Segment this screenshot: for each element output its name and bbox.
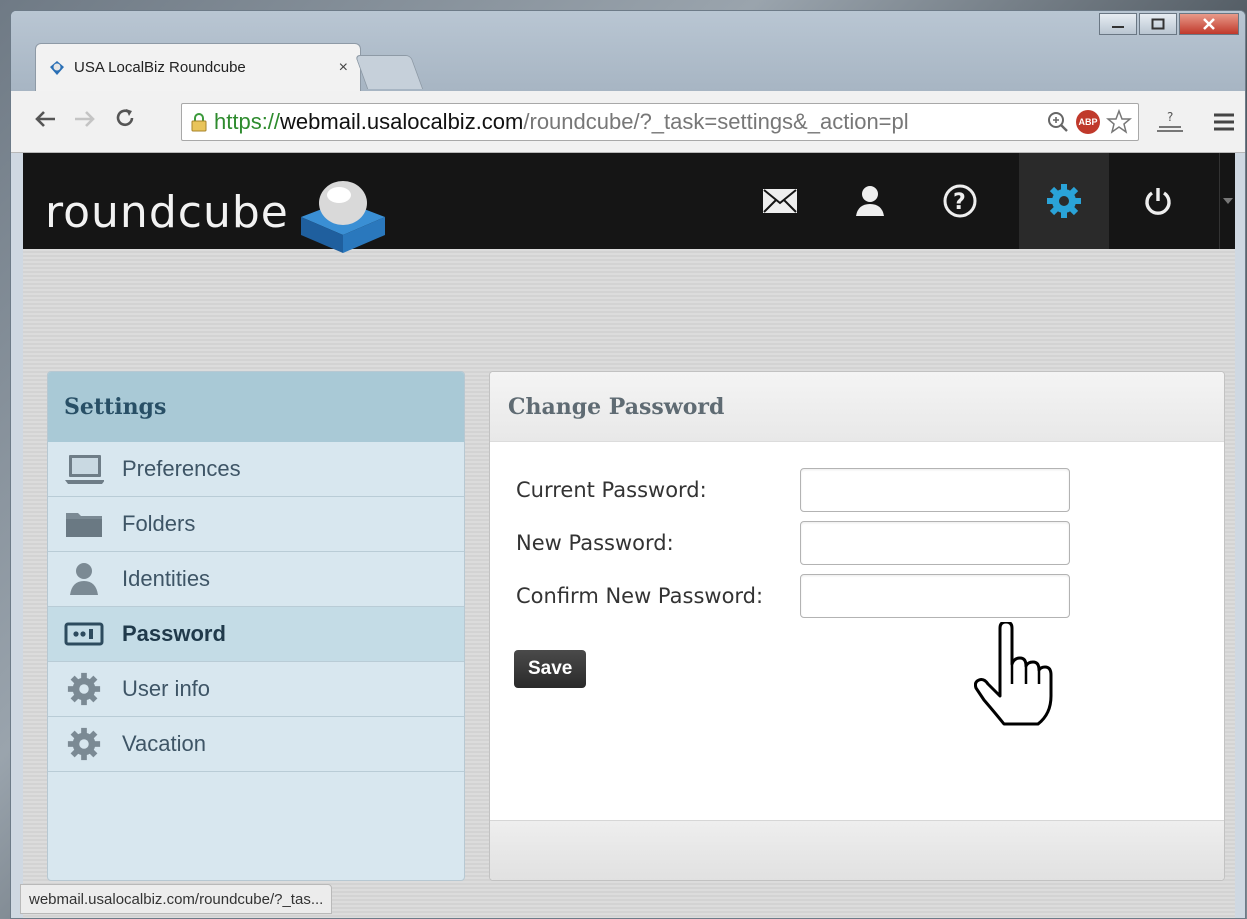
sidebar-item-identities[interactable]: Identities bbox=[48, 552, 464, 607]
zoom-icon[interactable] bbox=[1046, 110, 1070, 134]
nav-help[interactable]: ? bbox=[915, 153, 1005, 249]
back-arrow-icon bbox=[35, 110, 55, 127]
password-icon bbox=[64, 616, 104, 652]
new-password-field[interactable] bbox=[800, 521, 1070, 565]
address-bar[interactable]: https://webmail.usalocalbiz.com/roundcub… bbox=[181, 103, 1139, 141]
reload-button[interactable] bbox=[105, 106, 145, 137]
bookmark-star-icon[interactable] bbox=[1106, 109, 1132, 135]
save-button[interactable]: Save bbox=[514, 650, 587, 688]
close-icon bbox=[1203, 18, 1215, 30]
close-button[interactable] bbox=[1179, 13, 1239, 35]
gear-icon bbox=[1047, 184, 1081, 218]
new-tab-button[interactable] bbox=[354, 55, 424, 89]
form-row-new-password: New Password: bbox=[516, 521, 1070, 565]
sidebar-item-preferences[interactable]: Preferences bbox=[48, 442, 464, 497]
svg-text:?: ? bbox=[1167, 110, 1173, 124]
settings-sidebar: Settings Preferences Folders Identities bbox=[47, 371, 465, 881]
sidebar-item-vacation[interactable]: Vacation bbox=[48, 717, 464, 772]
sidebar-item-label: Password bbox=[122, 621, 226, 646]
roundcube-app: roundcube ? Settings Preferences Folders… bbox=[23, 153, 1235, 918]
tab-strip: USA LocalBiz Roundcube × bbox=[11, 11, 1245, 91]
roundcube-favicon-icon bbox=[50, 60, 64, 75]
browser-window: USA LocalBiz Roundcube × https:// webmai… bbox=[10, 10, 1246, 919]
toolbar-right: ? bbox=[1153, 107, 1237, 137]
top-navigation: roundcube ? bbox=[23, 153, 1235, 253]
chevron-down-icon bbox=[1222, 198, 1233, 204]
maximize-button[interactable] bbox=[1139, 13, 1177, 35]
nav-logout[interactable] bbox=[1113, 153, 1203, 249]
envelope-icon bbox=[763, 189, 797, 213]
sidebar-item-label: Vacation bbox=[122, 731, 206, 756]
sidebar-item-password[interactable]: Password bbox=[48, 607, 464, 662]
menu-icon[interactable] bbox=[1211, 110, 1237, 134]
tab-roundcube[interactable]: USA LocalBiz Roundcube × bbox=[35, 43, 361, 91]
change-password-panel: Change Password Current Password: New Pa… bbox=[489, 371, 1225, 881]
nav-settings[interactable] bbox=[1019, 153, 1109, 249]
minimize-button[interactable] bbox=[1099, 13, 1137, 35]
url-scheme: https:// bbox=[214, 109, 281, 134]
sidebar-item-user-info[interactable]: User info bbox=[48, 662, 464, 717]
panel-title: Change Password bbox=[490, 372, 1224, 442]
confirm-password-label: Confirm New Password: bbox=[516, 584, 764, 608]
logo-text: roundcube bbox=[45, 186, 289, 238]
lock-icon bbox=[191, 113, 207, 132]
tab-close-icon[interactable]: × bbox=[339, 59, 348, 77]
hand-cursor-icon bbox=[974, 622, 1053, 726]
panel-footer bbox=[490, 820, 1224, 880]
folder-icon bbox=[64, 506, 104, 542]
url-bar-icons: ABP bbox=[1042, 109, 1132, 135]
nav-mail[interactable] bbox=[735, 153, 825, 249]
roundcube-logo-icon bbox=[300, 181, 385, 253]
tab-title: USA LocalBiz Roundcube bbox=[74, 59, 246, 76]
confirm-password-field[interactable] bbox=[800, 574, 1070, 618]
form-row-current-password: Current Password: bbox=[516, 468, 1070, 512]
svg-text:?: ? bbox=[953, 190, 966, 215]
nav-dropdown-button[interactable] bbox=[1219, 153, 1235, 249]
nav-contacts[interactable] bbox=[825, 153, 915, 249]
status-bubble: webmail.usalocalbiz.com/roundcube/?_tas.… bbox=[20, 884, 333, 914]
person-icon bbox=[856, 186, 884, 216]
minimize-icon bbox=[1112, 26, 1124, 28]
url-path: /roundcube/?_task=settings&_action=pl bbox=[523, 109, 909, 134]
browser-toolbar: https://webmail.usalocalbiz.com/roundcub… bbox=[11, 91, 1245, 153]
form-row-confirm-password: Confirm New Password: bbox=[516, 574, 1070, 618]
power-icon bbox=[1145, 188, 1171, 215]
sidebar-item-label: Preferences bbox=[122, 456, 241, 481]
adblock-icon[interactable]: ABP bbox=[1076, 110, 1100, 134]
laptop-icon bbox=[64, 451, 104, 487]
current-password-label: Current Password: bbox=[516, 478, 707, 502]
gear-icon bbox=[64, 671, 104, 707]
current-password-field[interactable] bbox=[800, 468, 1070, 512]
sidebar-title: Settings bbox=[48, 372, 464, 442]
forward-arrow-icon bbox=[75, 110, 95, 127]
sidebar-item-folders[interactable]: Folders bbox=[48, 497, 464, 552]
person-icon bbox=[64, 561, 104, 597]
roundcube-logo[interactable]: roundcube bbox=[45, 167, 393, 257]
window-controls bbox=[1097, 13, 1239, 35]
back-button[interactable] bbox=[25, 108, 65, 136]
maximize-icon bbox=[1151, 18, 1165, 30]
url-host: webmail.usalocalbiz.com bbox=[280, 109, 524, 134]
question-icon: ? bbox=[943, 184, 977, 218]
new-password-label: New Password: bbox=[516, 531, 674, 555]
sidebar-item-label: Identities bbox=[122, 566, 211, 591]
gear-icon bbox=[64, 726, 104, 762]
extension-icon[interactable]: ? bbox=[1153, 107, 1187, 137]
forward-button[interactable] bbox=[65, 108, 105, 136]
sidebar-item-label: Folders bbox=[122, 511, 196, 536]
sidebar-item-label: User info bbox=[122, 676, 211, 701]
reload-icon bbox=[116, 109, 134, 127]
